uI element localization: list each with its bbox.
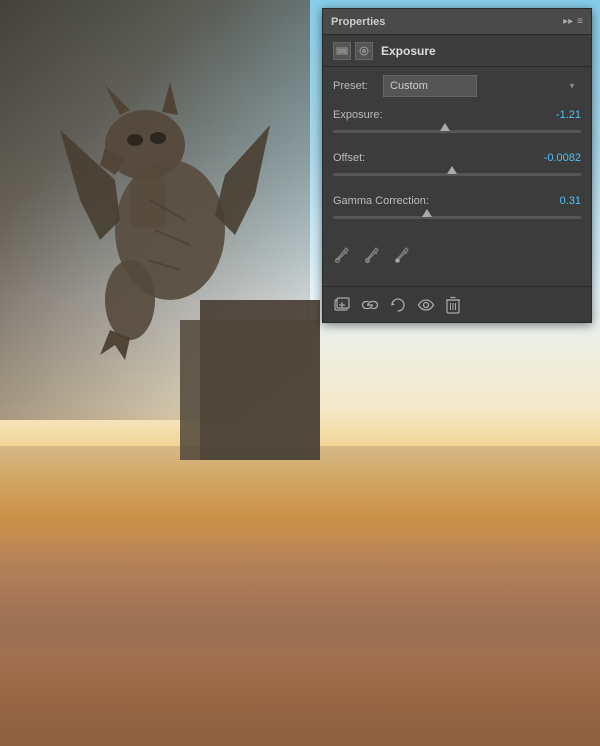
offset-row: Offset: -0.0082 (333, 152, 581, 164)
exposure-type-icons (333, 42, 373, 60)
exposure-track (333, 130, 581, 133)
gamma-value[interactable]: 0.31 (531, 195, 581, 207)
panel-menu-icon[interactable]: ≡ (577, 16, 583, 27)
offset-thumb[interactable] (447, 166, 457, 174)
add-layer-icon[interactable] (333, 296, 351, 314)
gamma-thumb[interactable] (422, 209, 432, 217)
gamma-row: Gamma Correction: 0.31 (333, 195, 581, 207)
exposure-header: Exposure (323, 35, 591, 67)
exposure-row: Exposure: -1.21 (333, 109, 581, 121)
visibility-icon[interactable] (417, 296, 435, 314)
mask-icon[interactable] (355, 42, 373, 60)
exposure-value[interactable]: -1.21 (531, 109, 581, 121)
preset-select-wrapper: Custom Default Darker (-1.0) Lighter (+1… (383, 75, 581, 97)
gamma-slider-container[interactable] (333, 210, 581, 224)
black-point-eyedropper[interactable] (333, 246, 353, 266)
exposure-title: Exposure (381, 44, 436, 58)
gamma-section: Gamma Correction: 0.31 (333, 195, 581, 224)
offset-slider-container[interactable] (333, 167, 581, 181)
panel-expand-icon[interactable]: ▸▸ (563, 16, 573, 27)
offset-track (333, 173, 581, 176)
offset-label: Offset: (333, 152, 365, 164)
properties-panel: Properties ▸▸ ≡ Exposure (322, 8, 592, 323)
exposure-section: Exposure: -1.21 (333, 109, 581, 138)
reset-icon[interactable] (389, 296, 407, 314)
gargoyle-image (0, 0, 320, 460)
delete-icon[interactable] (445, 296, 461, 314)
panel-title: Properties (331, 16, 385, 28)
panel-footer (323, 286, 591, 322)
preset-label: Preset: (333, 80, 383, 92)
offset-value[interactable]: -0.0082 (531, 152, 581, 164)
gamma-track (333, 216, 581, 219)
panel-header: Properties ▸▸ ≡ (323, 9, 591, 35)
white-point-eyedropper[interactable] (393, 246, 413, 266)
exposure-slider-container[interactable] (333, 124, 581, 138)
preset-row: Preset: Custom Default Darker (-1.0) Lig… (333, 75, 581, 97)
exposure-label: Exposure: (333, 109, 383, 121)
offset-section: Offset: -0.0082 (333, 152, 581, 181)
eyedropper-row (333, 238, 581, 278)
exposure-thumb[interactable] (440, 123, 450, 131)
gray-point-eyedropper[interactable] (363, 246, 383, 266)
preset-select[interactable]: Custom Default Darker (-1.0) Lighter (+1… (383, 75, 477, 97)
city-overlay (0, 446, 600, 746)
link-icon[interactable] (361, 296, 379, 314)
gamma-label: Gamma Correction: (333, 195, 429, 207)
panel-body: Preset: Custom Default Darker (-1.0) Lig… (323, 67, 591, 286)
adjustment-icon[interactable] (333, 42, 351, 60)
panel-header-controls: ▸▸ ≡ (563, 16, 583, 27)
